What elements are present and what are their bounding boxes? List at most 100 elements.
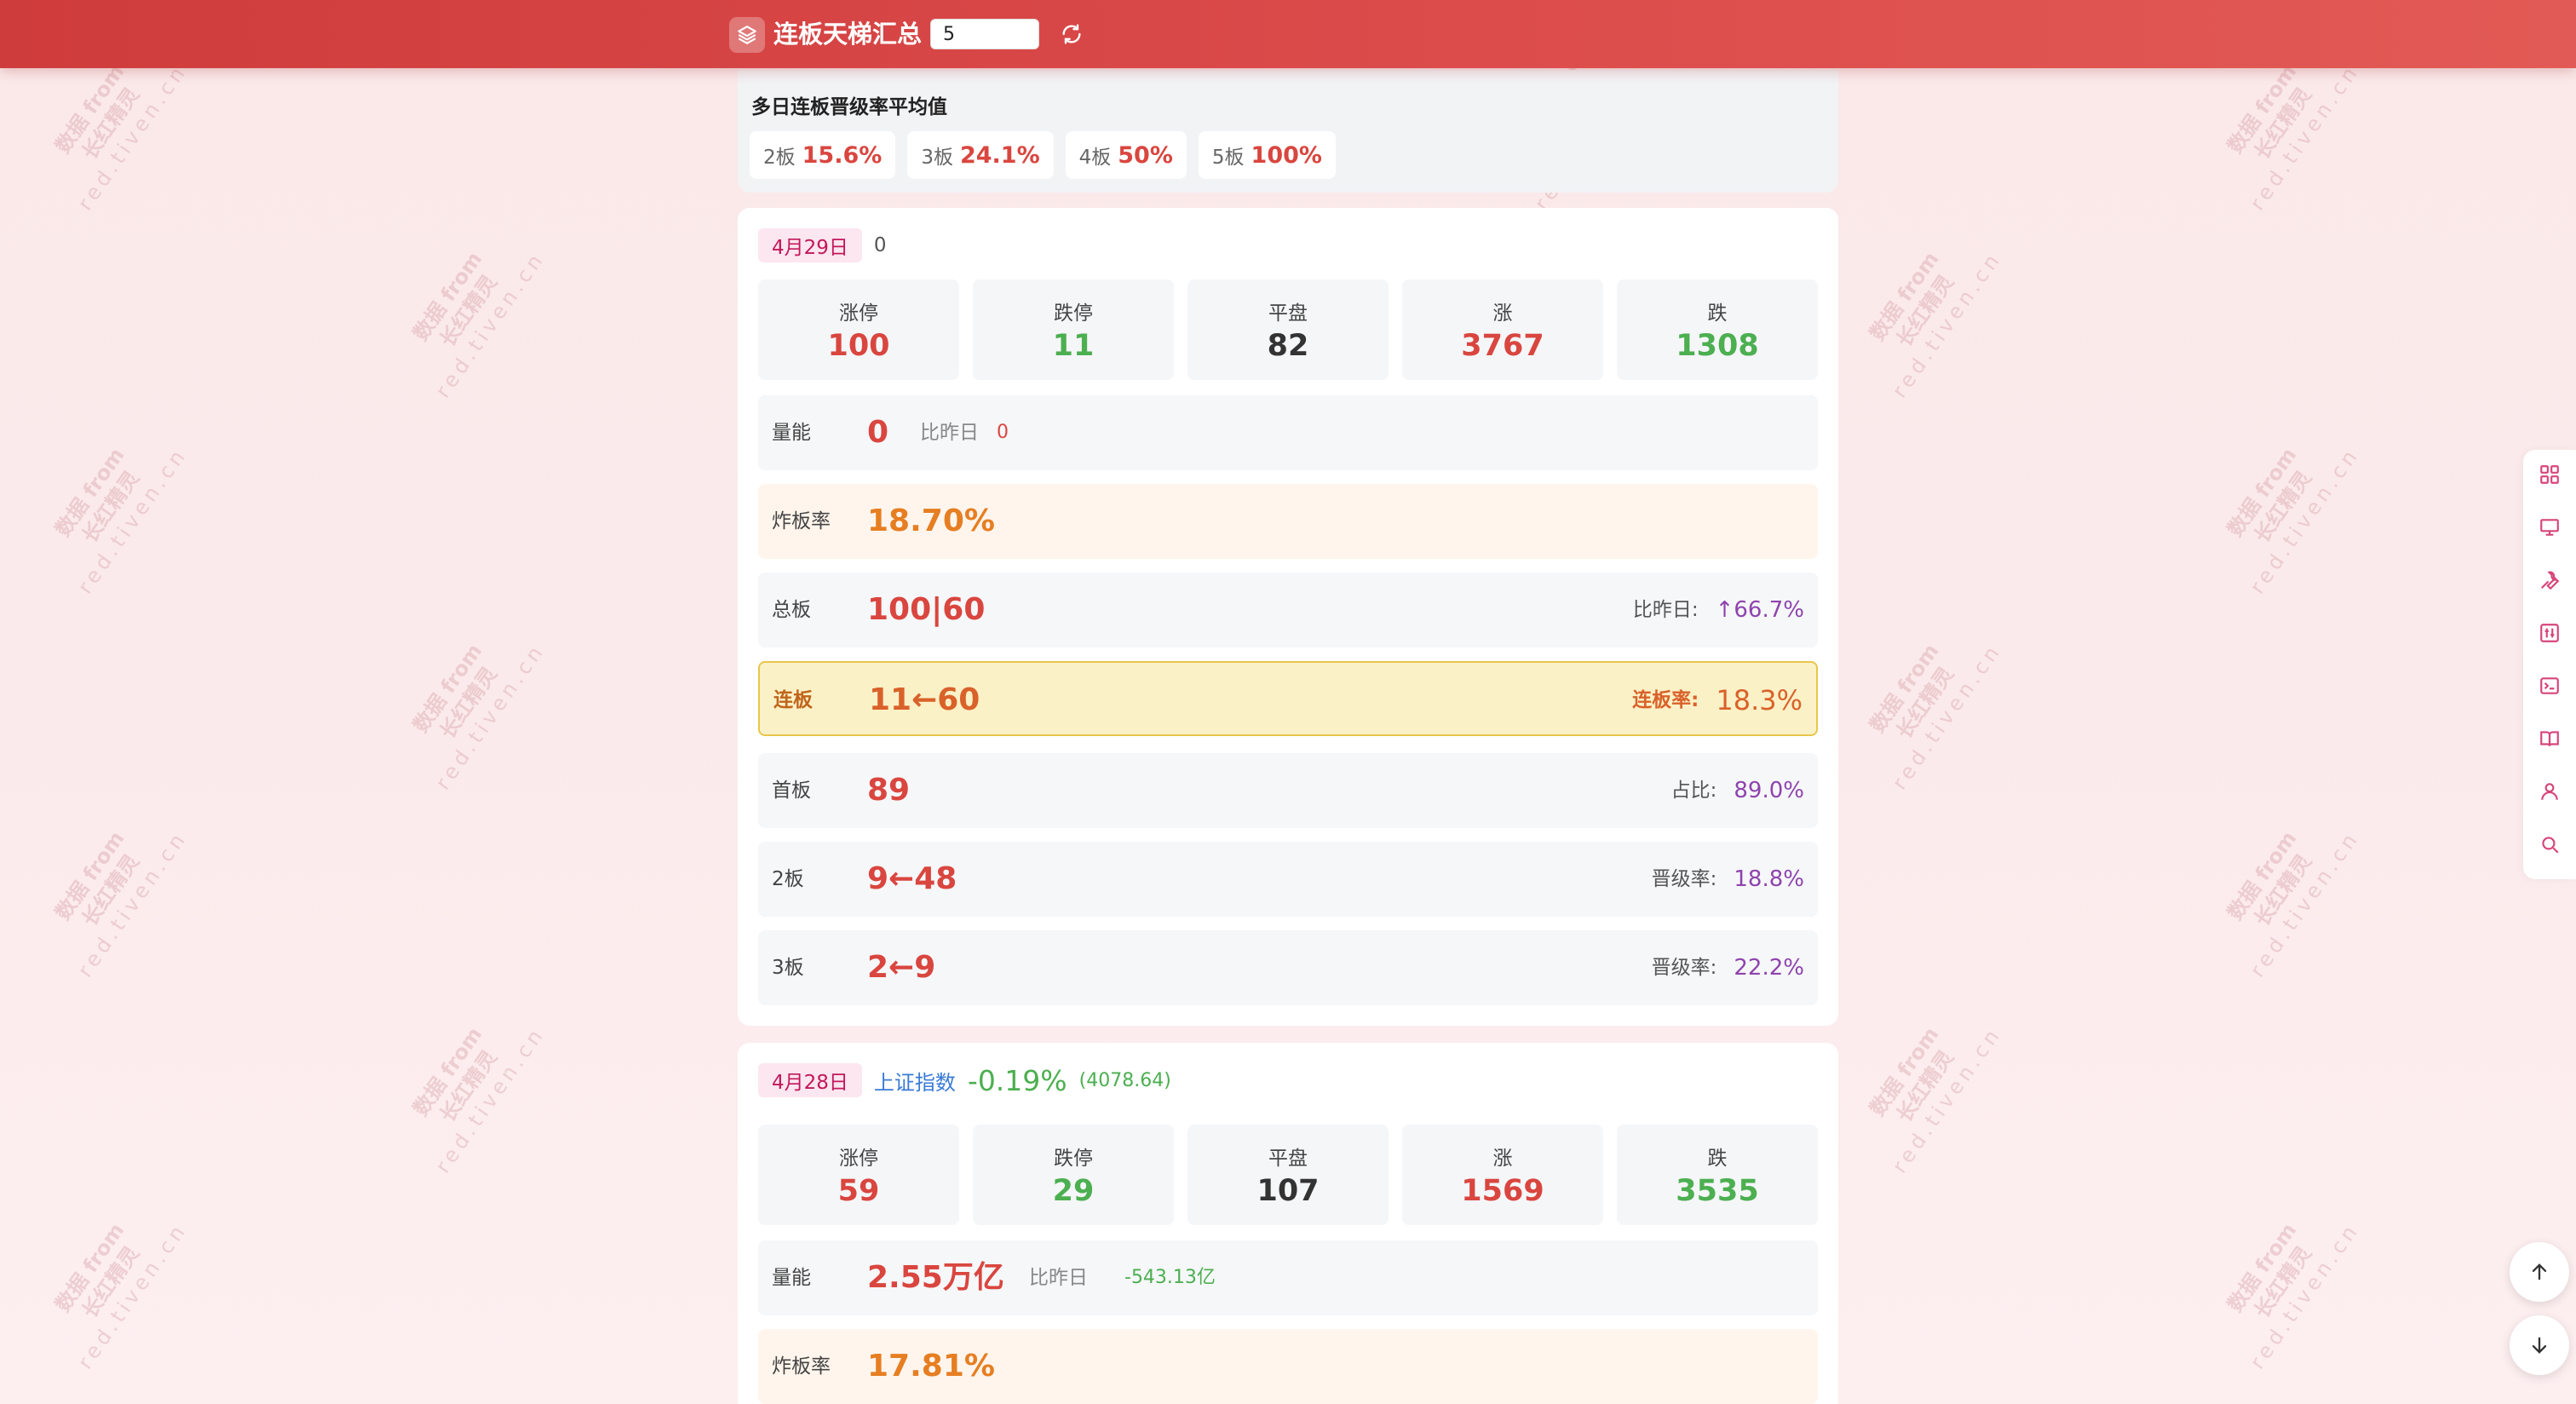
energy-row: 量能 2.55万亿 比昨日 -543.13亿 [758,1240,1818,1315]
stat-limit-up: 涨停 59 [758,1125,959,1225]
consecutive-rate-value: 18.3% [1716,684,1803,716]
row-right: 比昨日: ↑66.7% [1633,573,1804,647]
stat-flat: 平盘 107 [1187,1125,1389,1225]
watermark: 数据 from长红精灵red.tiven.cn [50,1217,193,1374]
average-chip: 2板 15.6% [750,131,896,179]
row-label: 首板 [772,780,811,802]
stat-limit-down: 跌停 29 [973,1125,1174,1225]
compare-label: 比昨日 [920,422,979,444]
stat-value: 3767 [1461,329,1544,363]
watermark: 数据 from长红精灵red.tiven.cn [408,246,550,403]
scroll-bottom-button[interactable] [2510,1315,2569,1375]
day-card: 4月29日 0 涨停 100 跌停 11 平盘 82 涨 3767 跌 1308 量能 0… [738,208,1838,1026]
compare-value: 0 [997,422,1009,443]
watermark: 数据 from长红精灵red.tiven.cn [50,442,193,599]
app-header: 连板天梯汇总 [0,0,2576,68]
stat-label: 涨停 [839,1148,878,1170]
watermark: 数据 from长红精灵red.tiven.cn [1865,246,2007,403]
watermark: 数据 from长红精灵red.tiven.cn [50,826,193,982]
watermark: 数据 from长红精灵red.tiven.cn [408,1021,550,1178]
compare-value: ↑66.7% [1715,597,1804,623]
stat-value: 100 [827,329,890,363]
watermark: 数据 from长红精灵red.tiven.cn [2222,68,2365,216]
promotion-value: 22.2% [1734,955,1804,981]
row-right: 晋级率: 22.2% [1652,930,1804,1005]
average-chip: 4板 50% [1065,131,1187,179]
row-label: 连板 [773,689,813,711]
chip-value: 24.1% [959,141,1040,169]
watermark: 数据 from长红精灵red.tiven.cn [1865,638,2007,795]
sliders-icon[interactable] [2537,620,2562,646]
stat-label: 涨 [1492,302,1513,325]
stat-value: 82 [1267,329,1309,363]
index-change: -0.19% [967,1063,1067,1097]
row-label: 炸板率 [772,510,831,532]
stat-label: 涨停 [839,302,878,325]
watermark: 数据 from长红精灵red.tiven.cn [408,638,550,795]
ratio-label: 占比: [1670,780,1717,802]
promotion-value: 18.8% [1734,866,1804,892]
stat-flat: 平盘 82 [1187,279,1389,380]
day-card: 4月28日 上证指数 -0.19% (4078.64) 涨停 59 跌停 29 平盘… [738,1043,1838,1404]
stat-up: 涨 1569 [1402,1125,1603,1225]
row-label: 量能 [772,422,811,444]
energy-value: 0 [867,415,889,450]
chip-label: 4板 [1078,147,1112,169]
ratio-value: 89.0% [1734,778,1804,803]
stat-label: 跌 [1707,1148,1728,1170]
energy-value: 2.55万亿 [867,1260,1004,1295]
average-chips: 2板 15.6% 3板 24.1% 4板 50% 5板 100% [750,131,1336,179]
refresh-icon[interactable] [1056,19,1087,49]
market-stats: 涨停 59 跌停 29 平盘 107 涨 1569 跌 3535 [758,1125,1818,1225]
first-board-value: 89 [867,773,911,808]
scroll-top-button[interactable] [2510,1242,2569,1302]
promotion-label: 晋级率: [1651,868,1717,890]
total-board-value: 100|60 [867,592,986,627]
board-3-value: 2←9 [867,950,936,985]
wrench-icon[interactable] [2537,567,2562,593]
grid-icon[interactable] [2537,462,2562,487]
compare-label: 比昨日: [1632,599,1699,621]
stat-value: 1308 [1676,329,1759,363]
arrow-up-icon [2532,1263,2547,1280]
row-label: 炸板率 [772,1355,831,1378]
consecutive-value: 11←60 [869,682,980,717]
stat-label: 跌停 [1054,1148,1093,1170]
layers-icon [729,17,765,53]
compare-value: -543.13亿 [1124,1267,1216,1288]
chip-value: 100% [1251,141,1322,169]
stat-value: 11 [1052,329,1095,363]
consecutive-board-row: 连板 11←60 连板率: 18.3% [758,661,1818,736]
row-right: 晋级率: 18.8% [1652,842,1804,917]
market-stats: 涨停 100 跌停 11 平盘 82 涨 3767 跌 1308 [758,279,1818,380]
chip-value: 15.6% [802,141,883,169]
first-board-row: 首板 89 占比: 89.0% [758,753,1818,828]
date-badge: 4月29日 [758,228,862,262]
side-toolbar [2523,450,2576,879]
stat-down: 跌 3535 [1617,1125,1818,1225]
average-chip: 3板 24.1% [907,131,1054,179]
index-level: (4078.64) [1078,1069,1171,1091]
terminal-icon[interactable] [2537,673,2562,699]
index-name[interactable]: 上证指数 [874,1066,956,1096]
watermark: 数据 from长红精灵red.tiven.cn [2222,826,2365,982]
break-rate-row: 炸板率 17.81% [758,1329,1818,1404]
stat-label: 跌停 [1054,302,1093,325]
search-icon[interactable] [2537,831,2562,857]
stat-label: 涨 [1492,1148,1513,1170]
user-icon[interactable] [2537,779,2562,804]
chip-label: 5板 [1211,147,1245,169]
break-rate-value: 17.81% [867,1349,995,1384]
arrow-down-icon [2532,1337,2547,1354]
energy-row: 量能 0 比昨日 0 [758,395,1818,470]
stat-label: 平盘 [1268,302,1308,325]
monitor-icon[interactable] [2537,515,2562,540]
consecutive-rate-label: 连板率: [1632,689,1699,711]
compare-label: 比昨日 [1029,1267,1088,1289]
book-icon[interactable] [2537,726,2562,751]
stat-down: 跌 1308 [1617,279,1818,380]
index-value: 0 [873,234,887,256]
days-input[interactable] [930,19,1039,49]
break-rate-row: 炸板率 18.70% [758,484,1818,559]
break-rate-value: 18.70% [867,503,995,538]
